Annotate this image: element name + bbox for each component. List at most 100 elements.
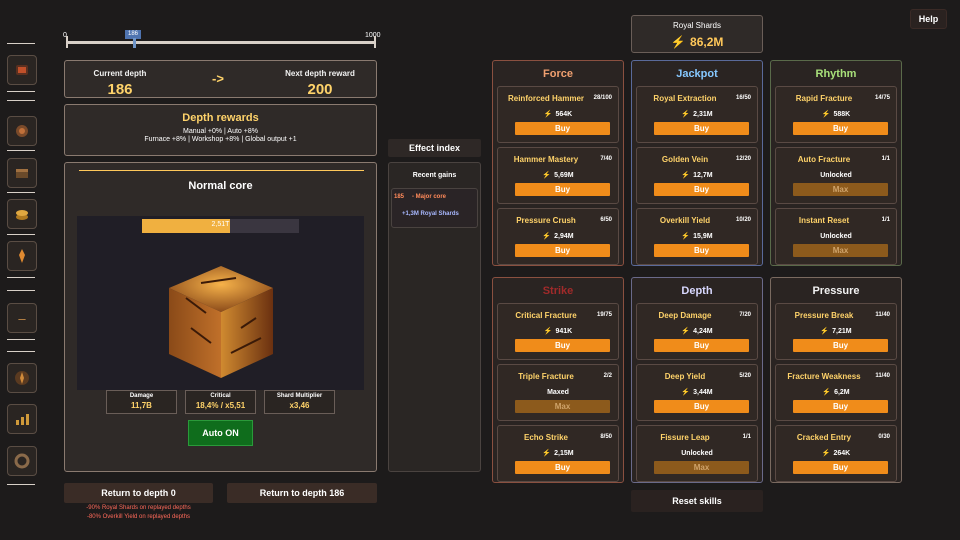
skill-buy-button[interactable]: Buy xyxy=(793,122,888,135)
skill-buy-button[interactable]: Buy xyxy=(515,122,610,135)
skill-card: Deep Damage 7/20 ⚡ 4,24M Buy xyxy=(636,303,758,360)
skill-card: Echo Strike 8/50 ⚡ 2,15M Buy xyxy=(497,425,619,482)
divider xyxy=(7,351,35,352)
bolt-icon: ⚡ xyxy=(670,35,686,49)
core-hp-bar: 2,51T xyxy=(142,219,299,233)
bolt-icon: ⚡ xyxy=(821,450,831,457)
skill-buy-button[interactable]: Buy xyxy=(793,400,888,413)
skill-name: Echo Strike xyxy=(523,433,568,442)
skill-cost-value: 3,44M xyxy=(693,389,713,396)
help-button[interactable]: Help xyxy=(910,9,947,29)
core-hp-value: 2,51T xyxy=(211,221,230,228)
divider xyxy=(7,234,35,235)
skill-buy-button[interactable]: Buy xyxy=(654,183,749,196)
skill-buy-button[interactable]: Buy xyxy=(515,339,610,352)
skill-cost-value: 12,7M xyxy=(693,172,713,179)
skill-card: Hammer Mastery 7/40 ⚡ 5,69M Buy xyxy=(497,147,619,204)
skill-max-button: Max xyxy=(654,461,749,474)
bolt-icon: ⚡ xyxy=(822,389,832,396)
skill-name: Royal Extraction xyxy=(653,94,717,103)
chart-icon[interactable] xyxy=(7,404,37,434)
skill-column-title: Jackpot xyxy=(676,68,718,80)
skill-status: Unlocked xyxy=(820,172,852,179)
skill-cost: ⚡ 2,31M xyxy=(637,110,757,118)
skill-cost: ⚡ 2,15M xyxy=(498,449,618,457)
figure-icon[interactable] xyxy=(7,241,37,271)
dash-icon[interactable]: – xyxy=(7,303,37,333)
anvil-icon[interactable] xyxy=(7,55,37,85)
divider xyxy=(7,91,35,92)
reset-skills-button[interactable]: Reset skills xyxy=(631,490,763,512)
skill-name: Fissure Leap xyxy=(660,433,710,442)
skill-buy-button[interactable]: Buy xyxy=(654,122,749,135)
skill-name: Auto Fracture xyxy=(797,155,851,164)
skill-card: Rapid Fracture 14/75 ⚡ 588K Buy xyxy=(775,86,897,143)
skill-name: Overkill Yield xyxy=(659,216,711,225)
gear-icon[interactable] xyxy=(7,116,37,146)
skill-buy-button[interactable]: Buy xyxy=(793,461,888,474)
skill-cost-value: 15,9M xyxy=(693,233,713,240)
recent-gains-list: 185 - Major core +1,3M Royal Shards xyxy=(391,188,478,228)
skill-cost: ⚡ 2,94M xyxy=(498,232,618,240)
gain-royal-shards: +1,3M Royal Shards xyxy=(402,211,459,217)
stat-damage: Damage 11,7B xyxy=(106,390,177,414)
divider xyxy=(7,277,35,278)
next-depth: Next depth reward 200 xyxy=(275,69,365,98)
divider xyxy=(7,192,35,193)
skill-level: 6/50 xyxy=(600,217,612,223)
skill-card: Fracture Weakness 11/40 ⚡ 6,2M Buy xyxy=(775,364,897,421)
coins-icon[interactable] xyxy=(7,199,37,229)
royal-shards-label: Royal Shards xyxy=(672,21,722,30)
skill-level: 7/20 xyxy=(739,312,751,318)
skill-column-title: Rhythm xyxy=(815,68,857,80)
skill-card: Deep Yield 5/20 ⚡ 3,44M Buy xyxy=(636,364,758,421)
skill-name: Deep Yield xyxy=(664,372,706,381)
return-depth-0-button[interactable]: Return to depth 0 xyxy=(64,483,213,503)
royal-shards-value: 86,2M xyxy=(690,35,724,49)
core-title-rule xyxy=(79,170,364,171)
skill-level: 10/20 xyxy=(735,217,751,223)
core-viewport[interactable]: 2,51T xyxy=(77,216,364,390)
current-depth-value: 186 xyxy=(107,81,133,98)
return-depth-186-button[interactable]: Return to depth 186 xyxy=(227,483,377,503)
skill-card: Fissure Leap 1/1 Unlocked Max xyxy=(636,425,758,482)
skill-buy-button[interactable]: Buy xyxy=(654,339,749,352)
skill-level: 12/20 xyxy=(735,156,751,162)
skill-buy-button[interactable]: Buy xyxy=(515,461,610,474)
skill-name: Rapid Fracture xyxy=(795,94,853,103)
divider xyxy=(7,339,35,340)
next-depth-value: 200 xyxy=(307,81,333,98)
slider-track[interactable] xyxy=(66,41,376,44)
chest-icon[interactable] xyxy=(7,158,37,188)
bolt-icon: ⚡ xyxy=(681,172,691,179)
skill-level: 28/100 xyxy=(593,95,612,101)
cog-icon[interactable] xyxy=(7,446,37,476)
auto-toggle-button[interactable]: Auto ON xyxy=(188,420,253,446)
skill-name: Critical Fracture xyxy=(515,311,577,320)
skill-level: 8/50 xyxy=(600,434,612,440)
stat-label: Shard Multiplier xyxy=(276,393,323,399)
skill-cost-value: 7,21M xyxy=(832,328,852,335)
skill-card: Critical Fracture 19/75 ⚡ 941K Buy xyxy=(497,303,619,360)
bolt-icon: ⚡ xyxy=(820,328,830,335)
royal-shards-panel: Royal Shards ⚡ 86,2M xyxy=(631,15,763,53)
slider-handle[interactable] xyxy=(133,38,136,48)
helmet-icon[interactable] xyxy=(7,363,37,393)
skill-level: 11/40 xyxy=(875,373,890,379)
stat-label: Critical xyxy=(210,393,231,399)
return-note-1: -90% Royal Shards on replayed depths xyxy=(86,505,191,511)
depth-info-panel: Current depth 186 -> Next depth reward 2… xyxy=(64,60,377,98)
skill-cost-value: 264K xyxy=(833,450,851,457)
skill-cost-value: 941K xyxy=(555,328,573,335)
skill-buy-button[interactable]: Buy xyxy=(793,339,888,352)
core-cube-image[interactable] xyxy=(161,258,281,386)
skill-buy-button[interactable]: Buy xyxy=(515,244,610,257)
skill-buy-button[interactable]: Buy xyxy=(654,244,749,257)
effect-index-title[interactable]: Effect index xyxy=(388,139,481,157)
skill-cost-value: 2,94M xyxy=(554,233,574,240)
current-depth-label: Current depth xyxy=(93,69,147,78)
skill-level: 11/40 xyxy=(875,312,890,318)
skill-buy-button[interactable]: Buy xyxy=(654,400,749,413)
skill-buy-button[interactable]: Buy xyxy=(515,183,610,196)
skill-card: Golden Vein 12/20 ⚡ 12,7M Buy xyxy=(636,147,758,204)
